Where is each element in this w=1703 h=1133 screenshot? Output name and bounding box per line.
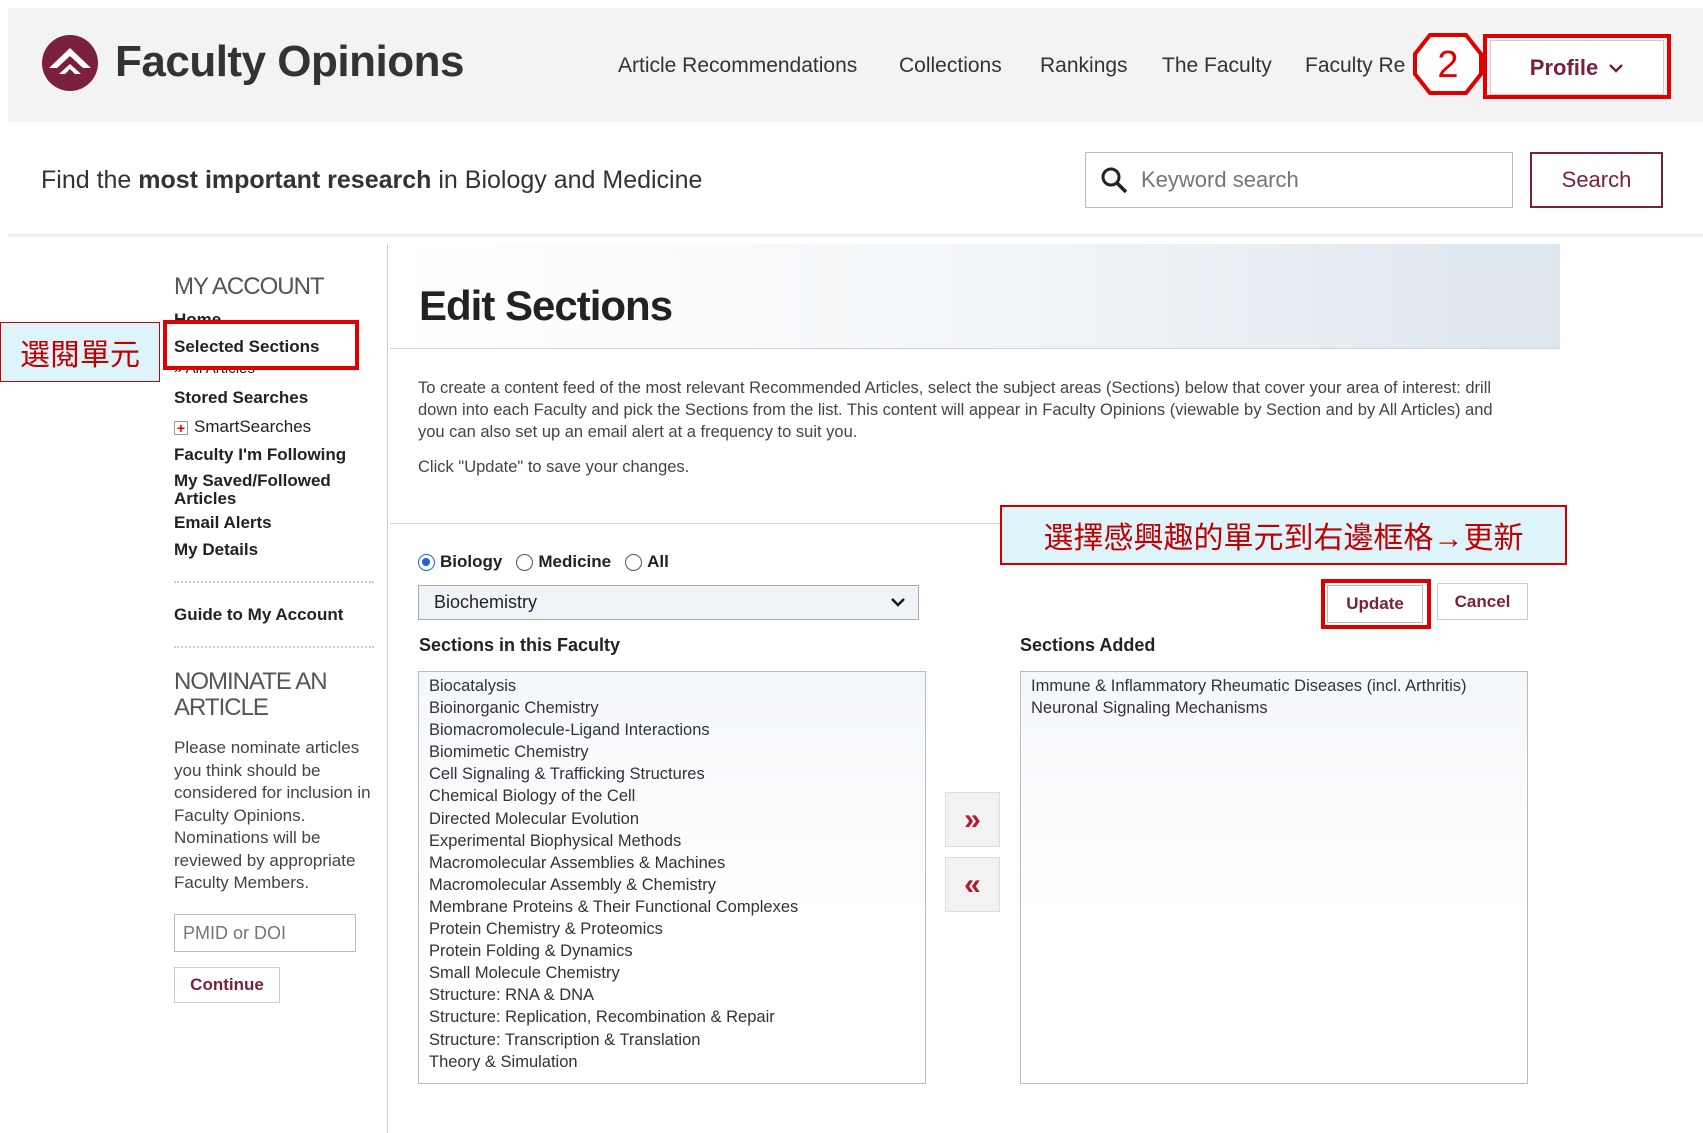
- sidebar-smartsearches[interactable]: + SmartSearches: [174, 417, 311, 437]
- search-box: [1085, 152, 1513, 208]
- radio-medicine[interactable]: [516, 553, 534, 571]
- update-button[interactable]: Update: [1327, 585, 1423, 623]
- sidebar-my-details[interactable]: My Details: [174, 541, 258, 559]
- nav-article-recommendations[interactable]: Article Recommendations: [618, 54, 857, 78]
- list-option[interactable]: Macromolecular Assemblies & Machines: [429, 852, 925, 874]
- list-option[interactable]: Protein Folding & Dynamics: [429, 940, 925, 962]
- step-2-badge: 2: [1413, 33, 1483, 95]
- faculty-select[interactable]: Biochemistry: [418, 585, 919, 620]
- radio-biology-label[interactable]: Biology: [440, 552, 502, 572]
- update-hint-text: Click "Update" to save your changes.: [418, 458, 690, 476]
- radio-medicine-label[interactable]: Medicine: [538, 552, 611, 572]
- chevron-down-icon: [891, 598, 905, 607]
- faculty-type-radios: Biology Medicine All: [418, 552, 683, 572]
- sections-listbox[interactable]: Biocatalysis Bioinorganic Chemistry Biomac…: [418, 671, 926, 1084]
- faculty-opinions-logo-icon[interactable]: [41, 34, 99, 92]
- nav-faculty-reviews[interactable]: Faculty Reviews: [1305, 54, 1405, 78]
- search-button[interactable]: Search: [1530, 152, 1663, 208]
- profile-button[interactable]: Profile: [1490, 40, 1664, 95]
- selected-sections-highlight-frame: [163, 320, 359, 370]
- radio-all-label[interactable]: All: [647, 552, 669, 572]
- tagline: Find the most important research in Biol…: [41, 166, 703, 194]
- nominate-heading: NOMINATE AN: [174, 668, 328, 695]
- sidebar-faculty-following[interactable]: Faculty I'm Following: [174, 446, 346, 464]
- list-option[interactable]: Protein Chemistry & Proteomics: [429, 918, 925, 940]
- expand-plus-icon[interactable]: +: [174, 421, 188, 435]
- list-option[interactable]: Chemical Biology of the Cell: [429, 785, 925, 807]
- list-option[interactable]: Neuronal Signaling Mechanisms: [1031, 697, 1527, 719]
- list-option[interactable]: Directed Molecular Evolution: [429, 808, 925, 830]
- my-account-heading: MY ACCOUNT: [174, 273, 325, 300]
- list-option[interactable]: Immune & Inflammatory Rheumatic Diseases…: [1031, 675, 1527, 697]
- sections-in-faculty-heading: Sections in this Faculty: [419, 635, 621, 655]
- list-option[interactable]: Experimental Biophysical Methods: [429, 830, 925, 852]
- added-sections-listbox[interactable]: Immune & Inflammatory Rheumatic Diseases…: [1020, 671, 1528, 1084]
- nav-faculty-reviews-clip: Faculty Reviews: [1305, 50, 1405, 84]
- faculty-select-value: Biochemistry: [434, 592, 538, 612]
- sidebar-stored-searches[interactable]: Stored Searches: [174, 389, 308, 407]
- nav-collections[interactable]: Collections: [899, 54, 1002, 78]
- continue-button[interactable]: Continue: [174, 967, 280, 1003]
- sidebar-divider: [174, 646, 374, 648]
- list-option[interactable]: Biocatalysis: [429, 675, 925, 697]
- remove-section-button[interactable]: «: [945, 857, 1000, 912]
- list-option[interactable]: Cell Signaling & Trafficking Structures: [429, 763, 925, 785]
- sidebar-email-alerts[interactable]: Email Alerts: [174, 514, 272, 532]
- header-shadow: [8, 234, 1703, 238]
- chevron-down-icon: [1609, 63, 1624, 73]
- step-number: 2: [1437, 44, 1458, 86]
- list-option[interactable]: Membrane Proteins & Their Functional Com…: [429, 896, 925, 918]
- keyword-search-input[interactable]: [1141, 153, 1501, 207]
- logo-text[interactable]: Faculty Opinions: [115, 37, 464, 87]
- sidebar-guide-link[interactable]: Guide to My Account: [174, 606, 343, 624]
- list-option[interactable]: Structure: Replication, Recombination & …: [429, 1006, 925, 1028]
- pmid-doi-input[interactable]: [174, 914, 356, 952]
- add-section-button[interactable]: »: [945, 792, 1000, 847]
- intro-text: To create a content feed of the most rel…: [418, 379, 1493, 441]
- sidebar-vertical-divider: [387, 244, 388, 1133]
- sidebar-divider: [174, 581, 374, 583]
- list-option[interactable]: Structure: Transcription & Translation: [429, 1029, 925, 1051]
- page-title: Edit Sections: [419, 282, 673, 329]
- cancel-button[interactable]: Cancel: [1437, 583, 1528, 620]
- nav-the-faculty[interactable]: The Faculty: [1162, 54, 1272, 78]
- radio-all[interactable]: [625, 553, 643, 571]
- list-option[interactable]: Biomacromolecule-Ligand Interactions: [429, 719, 925, 741]
- search-icon: [1101, 167, 1128, 194]
- list-option[interactable]: Theory & Simulation: [429, 1051, 925, 1073]
- radio-biology[interactable]: [418, 553, 435, 571]
- title-separator: [390, 348, 1560, 349]
- list-option[interactable]: Bioinorganic Chemistry: [429, 697, 925, 719]
- nominate-description: Please nominate articles you think shoul…: [174, 738, 371, 892]
- profile-label: Profile: [1529, 54, 1599, 80]
- list-option[interactable]: Biomimetic Chemistry: [429, 741, 925, 763]
- left-annotation-callout: 選閱單元: [0, 322, 160, 382]
- right-annotation-callout: 選擇感興趣的單元到右邊框格→更新: [1000, 505, 1567, 565]
- nominate-heading-2: ARTICLE: [174, 694, 269, 721]
- sections-added-heading: Sections Added: [1020, 635, 1156, 655]
- sidebar-saved-articles[interactable]: My Saved/Followed Articles: [174, 472, 364, 508]
- list-option[interactable]: Macromolecular Assembly & Chemistry: [429, 874, 925, 896]
- list-option[interactable]: Structure: RNA & DNA: [429, 984, 925, 1006]
- nav-rankings[interactable]: Rankings: [1040, 54, 1128, 78]
- list-option[interactable]: Small Molecule Chemistry: [429, 962, 925, 984]
